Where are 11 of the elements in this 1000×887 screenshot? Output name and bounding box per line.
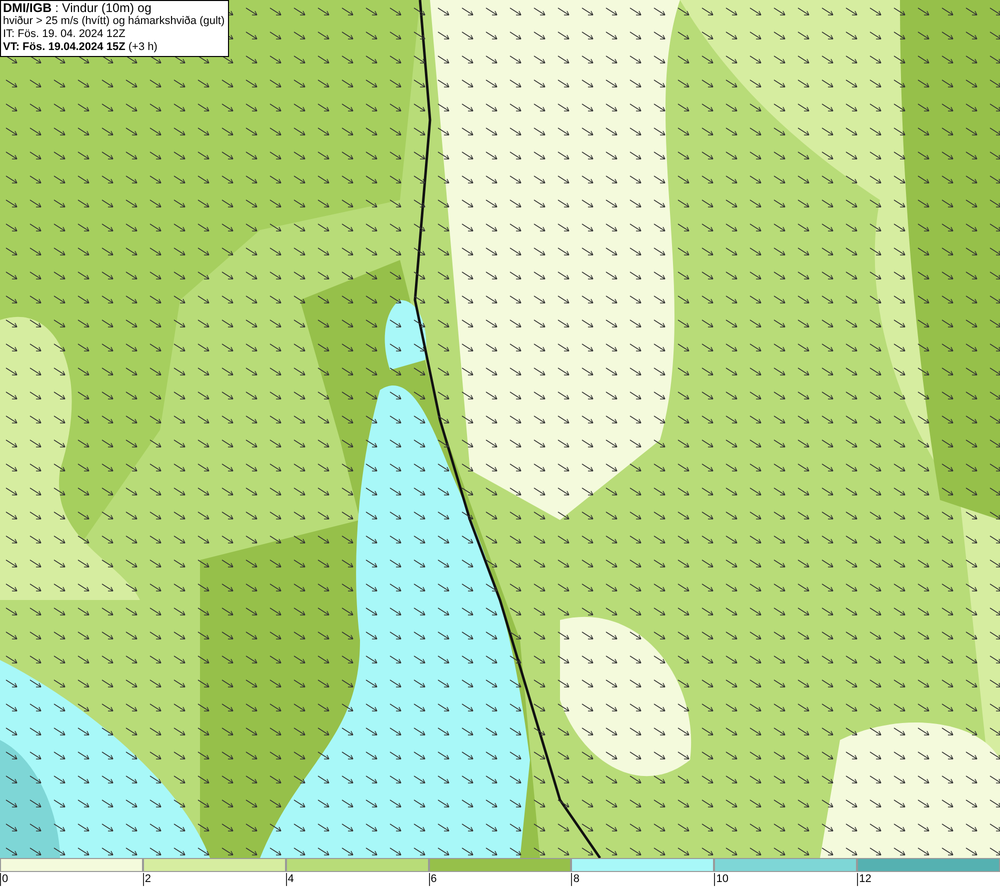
info-text: hviður > 25 m/s (hvítt) og hámarkshviða (gult) <box>3 15 225 28</box>
legend-tick-label: 12 <box>857 873 872 886</box>
legend-tick-label: 0 <box>0 873 8 886</box>
legend-tick-label: 6 <box>428 873 437 886</box>
info-text: IT: Fös. 19. 04. 2024 12Z <box>3 28 126 41</box>
legend-tick-label: 2 <box>142 873 151 886</box>
info-text: DMI/IGB : Vindur (10m) og <box>3 2 152 15</box>
info-text: VT: Fös. 19.04.2024 15Z (+3 h) <box>3 41 158 54</box>
legend-tick-label: 10 <box>714 873 729 886</box>
legend-tick-label: 4 <box>286 873 294 886</box>
legend-tick-label: 8 <box>571 873 580 886</box>
